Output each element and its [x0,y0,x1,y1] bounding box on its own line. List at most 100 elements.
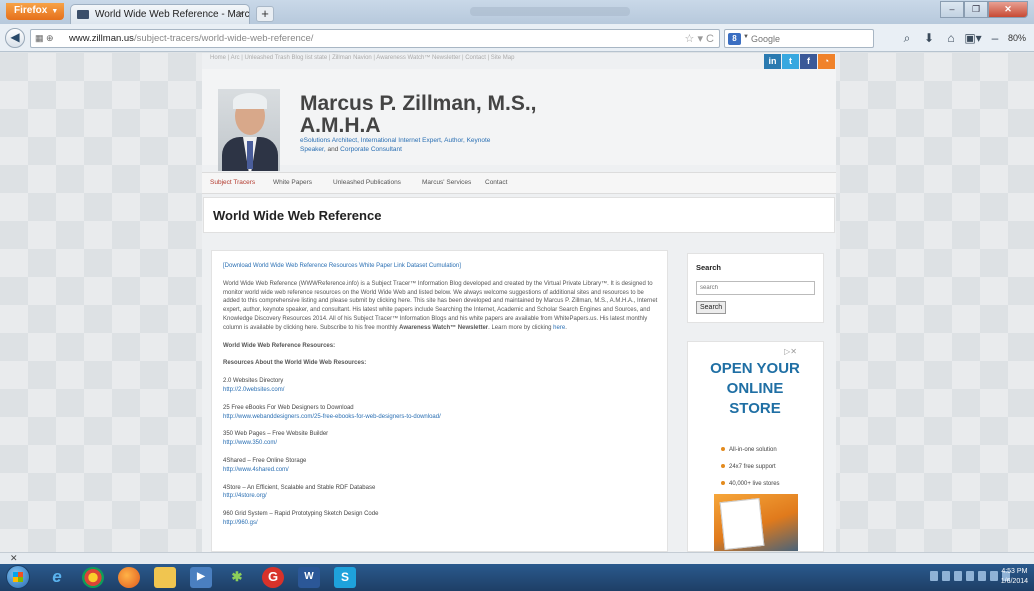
learn-more-text: . Learn more by clicking [488,324,554,331]
site-favicon-icon [77,10,89,19]
nav-unleashed-publications[interactable]: Unleashed Publications [333,179,401,186]
window-title-blur [470,7,630,16]
resource-title: 960 Grid System – Rapid Prototyping Sket… [223,511,379,518]
tray-icon[interactable] [942,571,950,581]
app-red-icon[interactable]: G [262,567,284,588]
section-heading-resources: World Wide Web Reference Resources: [223,342,336,349]
resource-title: 350 Web Pages – Free Website Builder [223,431,329,438]
ad-bullet: 40,000+ live stores [721,481,780,487]
advertisement[interactable]: ▷✕ OPEN YOUR ONLINE STORE All-in-one sol… [687,341,824,552]
web-search-bar[interactable]: 8 ▼ [724,29,874,48]
sidebar-search-button[interactable]: Search [696,301,727,314]
ad-close-icon[interactable]: ▷✕ [784,347,797,356]
chevron-down-icon: ▼ [51,8,59,15]
taskbar-clock[interactable]: 4:53 PM 1/6/2014 [1001,567,1028,587]
back-button[interactable]: ◀ [5,28,25,48]
download-icon[interactable]: ⬇ [918,29,940,47]
nav-marcus-services[interactable]: Marcus' Services [422,179,471,186]
site-identity-icon[interactable]: ▦ ⊕ [35,33,54,44]
resource-item: 350 Web Pages – Free Website Builder htt… [223,430,658,448]
bookmark-star-icon[interactable]: ☆ ▾ C [685,32,714,45]
internet-explorer-icon[interactable]: e [46,567,68,588]
section-heading-about: Resources About the World Wide Web Resou… [223,360,367,367]
twitter-icon[interactable]: t [782,54,799,69]
windows-taskbar: e ▶ ✱ G W S 4:53 PM 1/6/2014 [0,564,1034,591]
resource-title: 4Store – An Efficient, Scalable and Stab… [223,484,376,491]
network-app-icon[interactable]: ✱ [226,567,248,588]
word-icon[interactable]: W [298,567,320,588]
sidebar-search-input[interactable] [696,281,815,295]
maximize-button[interactable]: ❐ [964,1,988,18]
facebook-icon[interactable]: f [800,54,817,69]
search-icon[interactable]: ⌕ [896,29,918,47]
download-dataset-link[interactable]: [Download World Wide Web Reference Resou… [223,263,461,269]
skype-icon[interactable]: S [334,567,356,588]
url-path: /subject-tracers/world-wide-web-referenc… [133,33,314,44]
url-text[interactable]: www.zillman.us/subject-tracers/world-wid… [69,33,313,44]
site-name[interactable]: Marcus P. Zillman, M.S., A.M.H.A [300,93,560,137]
resource-title: 25 Free eBooks For Web Designers to Down… [223,404,354,411]
page-title: World Wide Web Reference [213,208,382,223]
web-search-input[interactable] [751,32,869,45]
nav-subject-tracers[interactable]: Subject Tracers [210,179,255,186]
zoom-level[interactable]: 80% [1008,33,1026,43]
browser-tab[interactable]: World Wide Web Reference - Marcus P. ...… [70,4,250,24]
top-nav-links[interactable]: Home | Arc | Unleashed Trash Blog list s… [210,55,514,61]
start-button[interactable] [6,565,30,589]
resource-item: 2.0 Websites Directory http://2.0website… [223,377,658,395]
zoom-out-icon[interactable]: – [984,29,1006,47]
resource-link[interactable]: http://960.gs/ [223,520,258,526]
file-explorer-icon[interactable] [154,567,176,588]
resource-item: 4Store – An Efficient, Scalable and Stab… [223,484,658,502]
newsletter-name: Awareness Watch™ Newsletter [399,324,489,331]
site-tagline: eSolutions Architect, International Inte… [300,136,510,154]
browser-titlebar: Firefox ▼ World Wide Web Reference - Marc… [0,0,1034,24]
tagline-and: and [325,146,341,153]
ad-bullet-text: 24x7 free support [729,464,776,470]
rss-icon[interactable]: ◔ [818,54,835,69]
ad-bullet-text: All-in-one solution [729,447,777,453]
close-icon[interactable]: ✕ [10,553,18,564]
chevron-down-icon: ▼ [743,34,749,40]
page-container: Home | Arc | Unleashed Trash Blog list s… [202,53,836,552]
tray-icon[interactable] [966,571,974,581]
chrome-icon[interactable] [82,567,104,588]
ad-bullet-text: 40,000+ live stores [729,481,780,487]
minimize-button[interactable]: – [940,1,964,18]
ad-headline[interactable]: OPEN YOUR ONLINE STORE [710,359,800,419]
resource-item: 25 Free eBooks For Web Designers to Down… [223,404,658,422]
nav-contact[interactable]: Contact [485,179,507,186]
learn-more-link[interactable]: here [553,325,565,331]
linkedin-icon[interactable]: in [764,54,781,69]
url-bar[interactable]: ▦ ⊕ www.zillman.us/subject-tracers/world… [30,29,720,48]
tagline-consultant-link[interactable]: Corporate Consultant [340,146,402,153]
tray-icon[interactable] [954,571,962,581]
tray-icon[interactable] [990,571,998,581]
resource-link[interactable]: http://2.0websites.com/ [223,387,284,393]
tray-icon[interactable] [930,571,938,581]
social-links: in t f ◔ [764,54,835,69]
ad-bullet: All-in-one solution [721,447,777,453]
close-tab-icon[interactable]: × [238,8,244,20]
main-nav: Subject Tracers White Papers Unleashed P… [202,172,836,194]
resource-link[interactable]: http://www.350.com/ [223,440,277,446]
resource-link[interactable]: http://www.webanddesigners.com/25-free-e… [223,414,441,420]
display-icon[interactable]: ▣▾ [962,29,984,47]
close-window-button[interactable]: ✕ [988,1,1028,18]
tray-icon[interactable] [978,571,986,581]
resource-link[interactable]: http://www.4shared.com/ [223,467,289,473]
home-icon[interactable]: ⌂ [940,29,962,47]
media-player-icon[interactable]: ▶ [190,567,212,588]
firefox-menu-button[interactable]: Firefox ▼ [6,3,64,20]
new-tab-button[interactable]: + [256,6,274,22]
site-header: Marcus P. Zillman, M.S., A.M.H.A eSoluti… [202,69,836,171]
author-photo [218,89,280,171]
nav-white-papers[interactable]: White Papers [273,179,312,186]
google-icon[interactable]: 8 [728,33,741,45]
firefox-icon[interactable] [118,567,140,588]
resource-title: 2.0 Websites Directory [223,378,284,385]
ad-bullet: 24x7 free support [721,464,776,470]
resource-link[interactable]: http://4store.org/ [223,493,267,499]
ad-product-image [714,494,798,551]
resource-item: 4Shared – Free Online Storage http://www… [223,457,658,475]
